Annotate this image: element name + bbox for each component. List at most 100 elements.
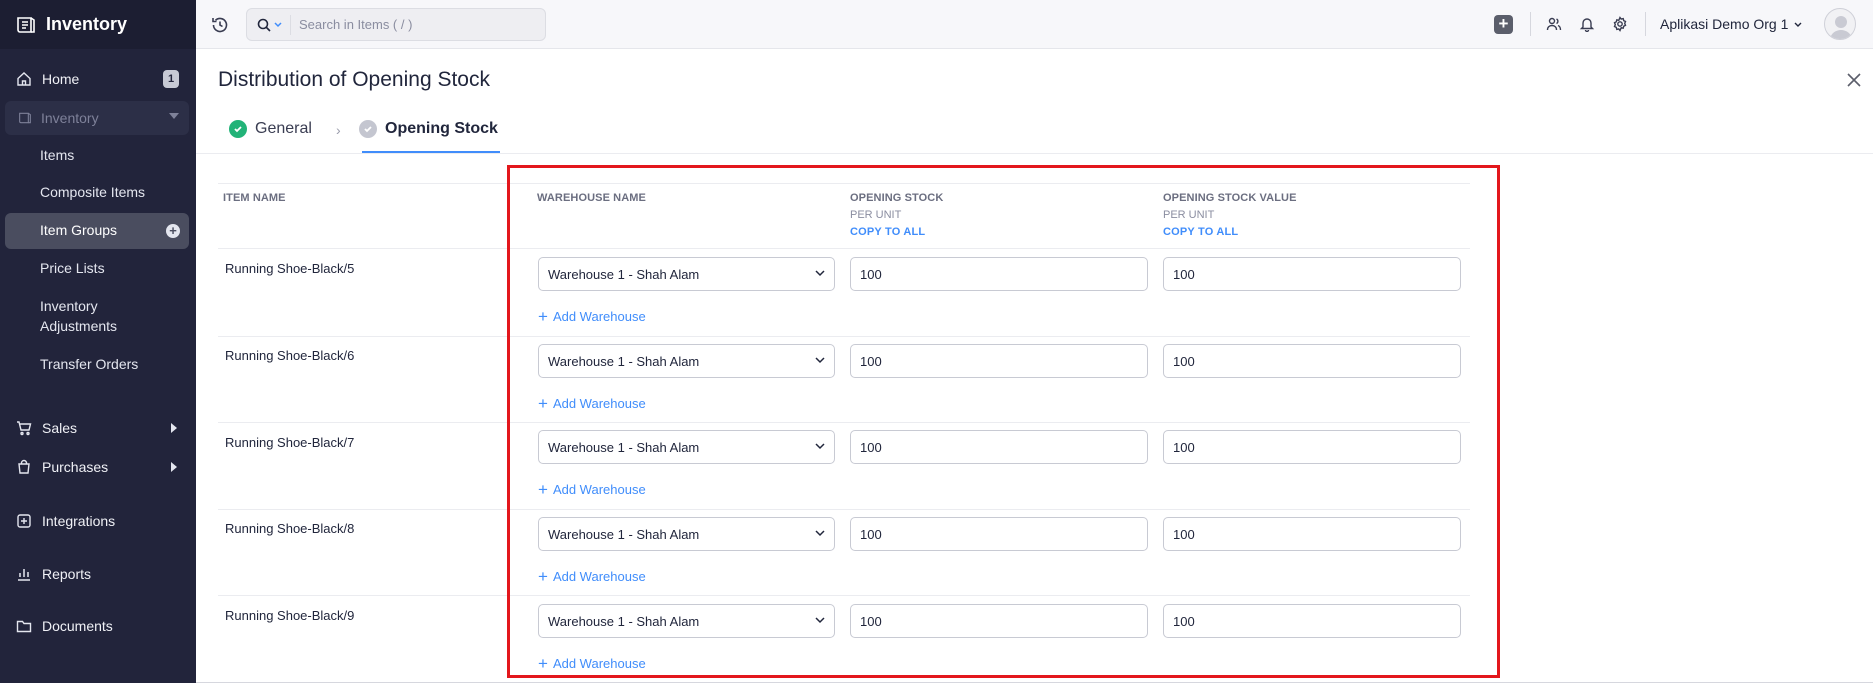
check-circle-icon [359,120,377,138]
warehouse-select[interactable]: Warehouse 1 - Shah Alam [538,604,835,638]
add-warehouse-label: Add Warehouse [552,482,646,497]
add-warehouse-link[interactable]: + Add Warehouse [538,567,646,586]
history-icon[interactable] [210,15,230,40]
sidebar-item-sales[interactable]: Sales [0,415,196,441]
item-name: Running Shoe-Black/9 [225,608,355,623]
reports-icon [15,565,33,583]
quick-create-button[interactable]: + [1494,15,1513,34]
sidebar-item-label: Purchases [42,459,109,475]
plus-icon: + [538,307,548,326]
integrations-icon [15,512,33,530]
search-icon [257,18,271,32]
top-bar: + Aplikasi Demo Org 1 [196,0,1873,49]
users-icon[interactable] [1544,14,1564,34]
warehouse-select[interactable]: Warehouse 1 - Shah Alam [538,344,835,378]
column-header-opening-stock-value: OPENING STOCK VALUE [1163,192,1297,204]
chevron-down-icon [815,443,825,450]
divider [1530,12,1531,36]
org-switcher[interactable]: Aplikasi Demo Org 1 [1660,16,1802,32]
sidebar-item-integrations[interactable]: Integrations [0,508,196,534]
table-row-divider [218,336,1470,337]
warehouse-select-value: Warehouse 1 - Shah Alam [548,613,700,629]
sidebar-item-inventory[interactable]: Inventory [5,101,189,135]
step-label: General [255,120,312,137]
sidebar-subitem-item-groups[interactable]: Item Groups [40,220,117,240]
brand[interactable]: Inventory [0,0,196,49]
search-input[interactable] [290,14,530,35]
opening-stock-input[interactable] [850,257,1148,291]
org-name: Aplikasi Demo Org 1 [1660,16,1789,32]
sidebar-subitem-composite-items[interactable]: Composite Items [40,182,145,202]
sidebar-item-purchases[interactable]: Purchases [0,454,196,480]
caret-down-icon [169,113,179,119]
copy-to-all-stock-link[interactable]: COPY TO ALL [850,226,925,238]
opening-stock-value-input[interactable] [1163,257,1461,291]
column-subheader-per-unit: PER UNIT [850,209,902,221]
sidebar-item-reports[interactable]: Reports [0,561,196,587]
app-name: Inventory [46,14,128,34]
chevron-right-icon: › [336,122,341,138]
expand-arrow-icon [171,462,177,472]
plus-icon: + [538,394,548,413]
inventory-logo-icon [17,16,35,33]
warehouse-select[interactable]: Warehouse 1 - Shah Alam [538,257,835,291]
opening-stock-input[interactable] [850,517,1148,551]
warehouse-select[interactable]: Warehouse 1 - Shah Alam [538,517,835,551]
add-warehouse-label: Add Warehouse [552,309,646,324]
add-warehouse-link[interactable]: + Add Warehouse [538,481,646,498]
chevron-down-icon[interactable] [274,21,282,28]
opening-stock-input[interactable] [850,430,1148,464]
warehouse-select-value: Warehouse 1 - Shah Alam [548,266,700,282]
plus-icon: + [538,654,548,673]
add-warehouse-label: Add Warehouse [552,396,646,411]
gear-icon[interactable] [1610,14,1630,34]
add-warehouse-link[interactable]: + Add Warehouse [538,307,646,326]
sidebar-item-documents[interactable]: Documents [0,613,196,639]
step-opening-stock[interactable]: Opening Stock [359,120,498,138]
step-label: Opening Stock [385,120,498,137]
step-general[interactable]: General [229,120,312,138]
sidebar-item-label: Documents [42,618,113,634]
chevron-down-icon [815,357,825,364]
warehouse-select-value: Warehouse 1 - Shah Alam [548,439,700,455]
sidebar-subitem-items[interactable]: Items [40,145,74,165]
chevron-down-icon [815,270,825,277]
divider [196,153,1873,154]
opening-stock-input[interactable] [850,604,1148,638]
sidebar-subitem-transfer-orders[interactable]: Transfer Orders [40,354,138,374]
table-row-divider [218,595,1470,596]
sidebar-item-home[interactable]: Home 1 [0,66,196,92]
opening-stock-value-input[interactable] [1163,604,1461,638]
avatar[interactable] [1824,8,1856,40]
home-badge: 1 [163,70,179,88]
copy-to-all-value-link[interactable]: COPY TO ALL [1163,226,1238,238]
sidebar-subitem-inventory-adjustments[interactable]: Inventory Adjustments [40,296,150,336]
add-warehouse-link[interactable]: + Add Warehouse [538,654,646,673]
home-icon [15,70,33,88]
check-circle-icon [229,120,247,138]
search-bar[interactable] [246,8,546,41]
inventory-icon [17,110,33,126]
add-item-group-icon[interactable]: + [166,224,180,238]
add-warehouse-link[interactable]: + Add Warehouse [538,394,646,413]
add-warehouse-label: Add Warehouse [552,569,646,584]
warehouse-select[interactable]: Warehouse 1 - Shah Alam [538,430,835,464]
sidebar-item-label: Reports [42,566,92,582]
plus-icon: + [538,567,548,586]
sidebar-subitem-price-lists[interactable]: Price Lists [40,258,105,278]
opening-stock-value-input[interactable] [1163,344,1461,378]
item-name: Running Shoe-Black/8 [225,521,355,536]
table-row-divider [218,422,1470,423]
table-row-divider [218,248,1470,249]
warehouse-select-value: Warehouse 1 - Shah Alam [548,353,700,369]
close-icon[interactable] [1846,72,1862,93]
item-name: Running Shoe-Black/7 [225,435,355,450]
item-name: Running Shoe-Black/5 [225,261,355,276]
opening-stock-input[interactable] [850,344,1148,378]
chevron-down-icon [815,617,825,624]
opening-stock-value-input[interactable] [1163,430,1461,464]
warehouse-select-value: Warehouse 1 - Shah Alam [548,526,700,542]
bell-icon[interactable] [1577,14,1597,34]
expand-arrow-icon [171,423,177,433]
opening-stock-value-input[interactable] [1163,517,1461,551]
